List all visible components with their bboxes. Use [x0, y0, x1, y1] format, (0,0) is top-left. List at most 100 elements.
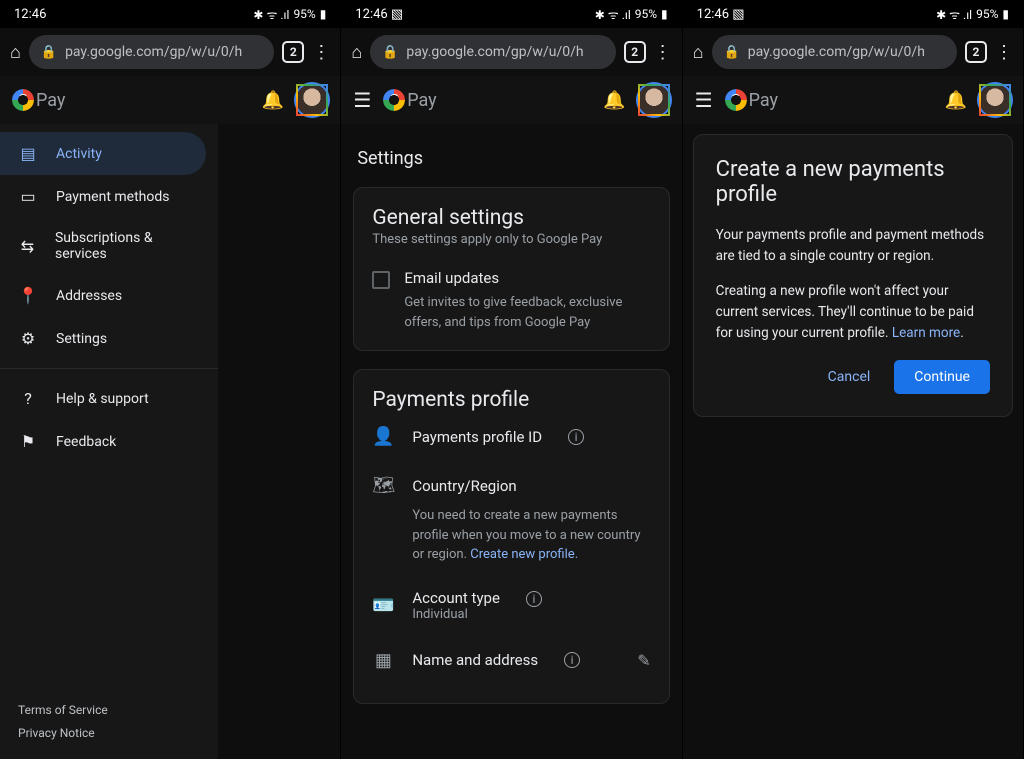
sidebar-item-label: Addresses: [56, 288, 122, 304]
url-text: pay.google.com/gp/w/u/0/h: [65, 44, 242, 60]
sidebar-item-payment-methods[interactable]: ▭ Payment methods: [0, 175, 218, 218]
edit-icon[interactable]: ✎: [637, 651, 650, 670]
card-subtitle: These settings apply only to Google Pay: [372, 232, 650, 247]
map-icon: 🗺: [372, 475, 394, 496]
address-bar[interactable]: 🔒 pay.google.com/gp/w/u/0/h: [370, 35, 615, 69]
app-header: Pay 🔔: [0, 76, 340, 124]
overflow-menu-icon[interactable]: ⋮: [995, 42, 1013, 63]
google-g-icon: [383, 89, 405, 111]
profile-id-row[interactable]: 👤 Payments profile ID i: [372, 412, 650, 461]
menu-icon[interactable]: ☰: [353, 88, 371, 112]
status-indicators: ✱ ᯤ .ıl95%▮: [595, 6, 668, 23]
home-icon[interactable]: ⌂: [351, 42, 362, 63]
status-time: 12:46 ▧: [697, 7, 745, 22]
settings-content: Settings General settings These settings…: [341, 124, 681, 738]
lock-icon: 🔒: [382, 45, 398, 60]
row-value: Individual: [412, 607, 500, 622]
continue-button[interactable]: Continue: [894, 360, 990, 394]
sidebar-item-help[interactable]: ? Help & support: [0, 377, 218, 420]
gpay-logo: Pay: [725, 89, 778, 111]
sidebar-item-settings[interactable]: ⚙ Settings: [0, 317, 218, 360]
avatar[interactable]: [296, 84, 328, 116]
country-helper: You need to create a new payments profil…: [372, 506, 650, 565]
home-icon[interactable]: ⌂: [693, 42, 704, 63]
avatar[interactable]: [979, 84, 1011, 116]
notification-icon[interactable]: 🔔: [262, 90, 284, 111]
google-g-icon: [725, 89, 747, 111]
sidebar-item-label: Settings: [56, 331, 107, 347]
card-heading: General settings: [372, 206, 650, 230]
learn-more-link[interactable]: Learn more: [892, 325, 960, 341]
app-header: ☰ Pay 🔔: [683, 76, 1023, 124]
row-label: Name and address: [412, 651, 538, 669]
sidebar-item-addresses[interactable]: 📍 Addresses: [0, 274, 218, 317]
sidebar-item-label: Payment methods: [56, 189, 169, 205]
subscriptions-icon: ⇆: [18, 237, 37, 256]
content-scrim: [218, 124, 340, 759]
cancel-button[interactable]: Cancel: [814, 361, 885, 393]
home-icon[interactable]: ⌂: [10, 42, 21, 63]
row-title: Email updates: [404, 269, 650, 287]
badge-icon: 🪪: [372, 595, 394, 616]
status-time: 12:46: [14, 7, 46, 22]
dialog-paragraph: Creating a new profile won't affect your…: [716, 281, 990, 344]
sidebar-item-label: Feedback: [56, 434, 116, 450]
avatar[interactable]: [638, 84, 670, 116]
info-icon[interactable]: i: [526, 591, 542, 607]
browser-chrome: ⌂ 🔒 pay.google.com/gp/w/u/0/h 2 ⋮: [0, 28, 340, 76]
card-heading: Payments profile: [372, 388, 650, 412]
menu-icon[interactable]: ☰: [695, 88, 713, 112]
gpay-logo: Pay: [12, 89, 65, 111]
notification-icon[interactable]: 🔔: [603, 90, 625, 111]
gpay-logo: Pay: [383, 89, 436, 111]
help-icon: ?: [18, 389, 38, 408]
browser-chrome: ⌂ 🔒 pay.google.com/gp/w/u/0/h 2 ⋮: [683, 28, 1023, 76]
address-bar[interactable]: 🔒 pay.google.com/gp/w/u/0/h: [29, 35, 274, 69]
pin-icon: 📍: [18, 286, 38, 305]
info-icon[interactable]: i: [568, 429, 584, 445]
general-settings-card: General settings These settings apply on…: [353, 187, 669, 351]
payments-profile-card: Payments profile 👤 Payments profile ID i…: [353, 369, 669, 704]
google-g-icon: [12, 89, 34, 111]
sidebar-item-activity[interactable]: ▤ Activity: [0, 132, 206, 175]
create-profile-dialog: Create a new payments profile Your payme…: [693, 134, 1013, 417]
tos-link[interactable]: Terms of Service: [18, 699, 200, 722]
activity-icon: ▤: [18, 144, 38, 163]
account-type-row[interactable]: 🪪 Account type Individual i: [372, 575, 650, 636]
sidebar-footer: Terms of Service Privacy Notice: [0, 689, 218, 759]
divider: [0, 368, 218, 369]
status-indicators: ✱ ᯤ .ıl 95%▮: [253, 6, 326, 23]
sidebar-item-subscriptions[interactable]: ⇆ Subscriptions & services: [0, 218, 218, 274]
lock-icon: 🔒: [724, 45, 740, 60]
sidebar-item-label: Help & support: [56, 391, 149, 407]
url-text: pay.google.com/gp/w/u/0/h: [406, 44, 583, 60]
person-icon: 👤: [372, 426, 394, 447]
country-row[interactable]: 🗺 Country/Region: [372, 461, 650, 510]
notification-icon[interactable]: 🔔: [945, 90, 967, 111]
page-title: Settings: [357, 148, 665, 169]
sidebar-item-feedback[interactable]: ⚑ Feedback: [0, 420, 218, 463]
sidebar: ▤ Activity ▭ Payment methods ⇆ Subscript…: [0, 124, 218, 759]
checkbox[interactable]: [372, 271, 390, 289]
status-indicators: ✱ ᯤ .ıl95%▮: [936, 6, 1009, 23]
tab-count[interactable]: 2: [965, 41, 987, 63]
overflow-menu-icon[interactable]: ⋮: [654, 42, 672, 63]
status-time: 12:46 ▧: [355, 7, 403, 22]
email-updates-row[interactable]: Email updates Get invites to give feedba…: [372, 269, 650, 332]
tab-count[interactable]: 2: [282, 41, 304, 63]
info-icon[interactable]: i: [564, 652, 580, 668]
tab-count[interactable]: 2: [624, 41, 646, 63]
address-bar[interactable]: 🔒 pay.google.com/gp/w/u/0/h: [712, 35, 957, 69]
feedback-icon: ⚑: [18, 432, 38, 451]
grid-icon: ▦: [372, 650, 394, 671]
row-label: Account type: [412, 589, 500, 607]
sidebar-item-label: Activity: [56, 146, 102, 162]
create-profile-link[interactable]: Create new profile.: [470, 547, 578, 562]
row-label: Payments profile ID: [412, 428, 542, 446]
sidebar-item-label: Subscriptions & services: [55, 230, 200, 262]
privacy-link[interactable]: Privacy Notice: [18, 722, 200, 745]
gear-icon: ⚙: [18, 329, 38, 348]
browser-chrome: ⌂ 🔒 pay.google.com/gp/w/u/0/h 2 ⋮: [341, 28, 681, 76]
overflow-menu-icon[interactable]: ⋮: [312, 42, 330, 63]
name-address-row[interactable]: ▦ Name and address i ✎: [372, 636, 650, 685]
